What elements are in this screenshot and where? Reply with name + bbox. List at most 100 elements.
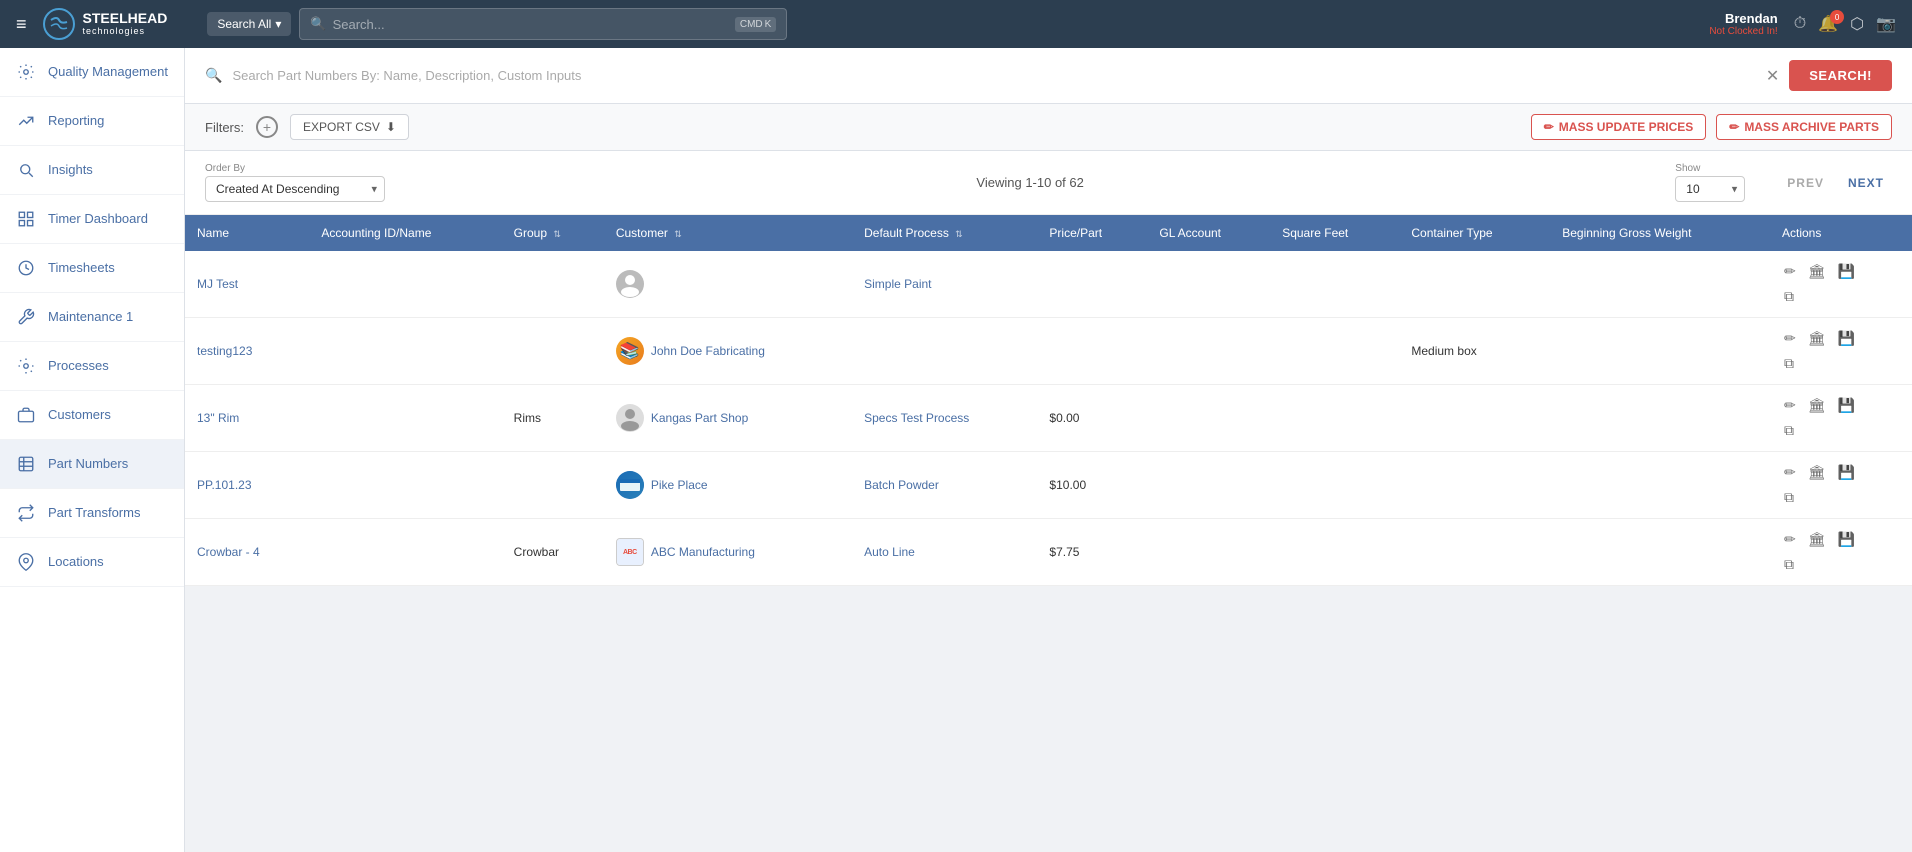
- sidebar-label-part-numbers: Part Numbers: [48, 456, 128, 472]
- actions-cell: ✏ 🏛 💾 ⧉: [1770, 251, 1912, 318]
- sidebar: Quality Management Reporting Insights Ti…: [0, 48, 185, 852]
- part-name-cell: PP.101.23: [185, 452, 309, 519]
- top-search-input[interactable]: [333, 17, 735, 32]
- archive-button[interactable]: 🏛: [1806, 328, 1828, 349]
- edit-button[interactable]: ✏: [1782, 328, 1798, 349]
- table-row: PP.101.23: [185, 452, 1912, 519]
- copy-button[interactable]: ⧉: [1782, 353, 1796, 374]
- save-button[interactable]: 💾: [1836, 529, 1857, 550]
- search-icon: 🔍: [310, 16, 326, 32]
- export-csv-button[interactable]: EXPORT CSV ⬇: [290, 114, 409, 140]
- mass-update-prices-button[interactable]: ✏ MASS UPDATE PRICES: [1531, 114, 1707, 140]
- sidebar-item-insights[interactable]: Insights: [0, 146, 184, 195]
- group-cell: Crowbar: [502, 519, 604, 586]
- part-name-cell: Crowbar - 4: [185, 519, 309, 586]
- parts-table: Name Accounting ID/Name Group ⇅ Customer…: [185, 215, 1912, 586]
- save-button[interactable]: 💾: [1836, 328, 1857, 349]
- sidebar-item-customers[interactable]: Customers: [0, 391, 184, 440]
- customer-link[interactable]: Kangas Part Shop: [651, 411, 748, 425]
- accounting-id-cell: [309, 385, 501, 452]
- price-part-cell: $7.75: [1037, 519, 1147, 586]
- sidebar-item-quality-management[interactable]: Quality Management: [0, 48, 184, 97]
- bgw-cell: [1550, 452, 1770, 519]
- main-layout: Quality Management Reporting Insights Ti…: [0, 48, 1912, 852]
- edit-button[interactable]: ✏: [1782, 395, 1798, 416]
- sidebar-item-maintenance[interactable]: Maintenance 1: [0, 293, 184, 342]
- search-scope-button[interactable]: Search All ▾: [207, 12, 291, 36]
- next-button[interactable]: NEXT: [1840, 172, 1892, 194]
- copy-button[interactable]: ⧉: [1782, 286, 1796, 307]
- part-name-cell: testing123: [185, 318, 309, 385]
- time-icon[interactable]: ⏱: [1794, 15, 1806, 33]
- edit-button[interactable]: ✏: [1782, 529, 1798, 550]
- customer-link[interactable]: John Doe Fabricating: [651, 344, 765, 358]
- save-button[interactable]: 💾: [1836, 462, 1857, 483]
- user-name: Brendan: [1709, 11, 1777, 26]
- nav-icons: ⏱ 🔔0 ⬡ 📷: [1794, 14, 1896, 34]
- process-link[interactable]: Specs Test Process: [864, 411, 969, 425]
- bell-icon[interactable]: 🔔0: [1818, 14, 1838, 34]
- sidebar-item-locations[interactable]: Locations: [0, 538, 184, 587]
- archive-button[interactable]: 🏛: [1806, 395, 1828, 416]
- archive-button[interactable]: 🏛: [1806, 529, 1828, 550]
- sidebar-item-timesheets[interactable]: Timesheets: [0, 244, 184, 293]
- customer-link[interactable]: ABC Manufacturing: [651, 545, 755, 559]
- user-status: Not Clocked In!: [1709, 26, 1777, 37]
- container-type-cell: [1399, 385, 1550, 452]
- square-feet-cell: [1270, 519, 1399, 586]
- copy-button[interactable]: ⧉: [1782, 554, 1796, 575]
- bgw-cell: [1550, 251, 1770, 318]
- sidebar-item-part-numbers[interactable]: Part Numbers: [0, 440, 184, 489]
- part-name-link[interactable]: MJ Test: [197, 277, 238, 291]
- sidebar-item-reporting[interactable]: Reporting: [0, 97, 184, 146]
- part-search-input[interactable]: [232, 68, 1755, 83]
- gear-small-icon: [16, 356, 36, 376]
- clock-icon: [16, 258, 36, 278]
- process-link[interactable]: Simple Paint: [864, 277, 931, 291]
- customer-link[interactable]: Pike Place: [651, 478, 708, 492]
- group-cell: Rims: [502, 385, 604, 452]
- edit-button[interactable]: ✏: [1782, 261, 1798, 282]
- top-search-box: 🔍 CMD K: [299, 8, 787, 40]
- wrench-icon: [16, 307, 36, 327]
- process-link[interactable]: Batch Powder: [864, 478, 939, 492]
- mass-archive-parts-button[interactable]: ✏ MASS ARCHIVE PARTS: [1716, 114, 1892, 140]
- archive-button[interactable]: 🏛: [1806, 261, 1828, 282]
- container-type-cell: [1399, 519, 1550, 586]
- customer-cell: 📚 John Doe Fabricating: [604, 318, 852, 385]
- hamburger-menu[interactable]: ≡: [16, 14, 27, 35]
- prev-button[interactable]: PREV: [1779, 172, 1832, 194]
- show-select[interactable]: 10 25 50 100: [1675, 176, 1745, 202]
- toolbar: Filters: + EXPORT CSV ⬇ ✏ MASS UPDATE PR…: [185, 104, 1912, 151]
- sidebar-item-timer-dashboard[interactable]: Timer Dashboard: [0, 195, 184, 244]
- archive-button[interactable]: 🏛: [1806, 462, 1828, 483]
- sidebar-item-part-transforms[interactable]: Part Transforms: [0, 489, 184, 538]
- save-button[interactable]: 💾: [1836, 395, 1857, 416]
- gl-account-cell: [1147, 251, 1270, 318]
- search-clear-button[interactable]: ✕: [1766, 66, 1779, 86]
- part-name-link[interactable]: PP.101.23: [197, 478, 252, 492]
- process-link[interactable]: Auto Line: [864, 545, 915, 559]
- sidebar-item-processes[interactable]: Processes: [0, 342, 184, 391]
- user-info: Brendan Not Clocked In!: [1709, 11, 1777, 37]
- sidebar-label-processes: Processes: [48, 358, 109, 374]
- copy-button[interactable]: ⧉: [1782, 487, 1796, 508]
- add-filter-button[interactable]: +: [256, 116, 278, 138]
- order-by-select[interactable]: Created At Descending Created At Ascendi…: [205, 176, 385, 202]
- col-group: Group ⇅: [502, 215, 604, 251]
- customer-avatar: [616, 404, 644, 432]
- part-name-link[interactable]: testing123: [197, 344, 252, 358]
- search-button[interactable]: SEARCH!: [1789, 60, 1892, 91]
- part-name-link[interactable]: Crowbar - 4: [197, 545, 260, 559]
- camera-icon[interactable]: 📷: [1876, 14, 1896, 34]
- table-controls: Order By Created At Descending Created A…: [185, 151, 1912, 215]
- logout-icon[interactable]: ⬡: [1850, 14, 1864, 34]
- search-circle-icon: [16, 160, 36, 180]
- customer-avatar: [616, 270, 644, 298]
- copy-button[interactable]: ⧉: [1782, 420, 1796, 441]
- grid-icon: [16, 209, 36, 229]
- part-name-link[interactable]: 13" Rim: [197, 411, 239, 425]
- save-button[interactable]: 💾: [1836, 261, 1857, 282]
- edit-button[interactable]: ✏: [1782, 462, 1798, 483]
- accounting-id-cell: [309, 251, 501, 318]
